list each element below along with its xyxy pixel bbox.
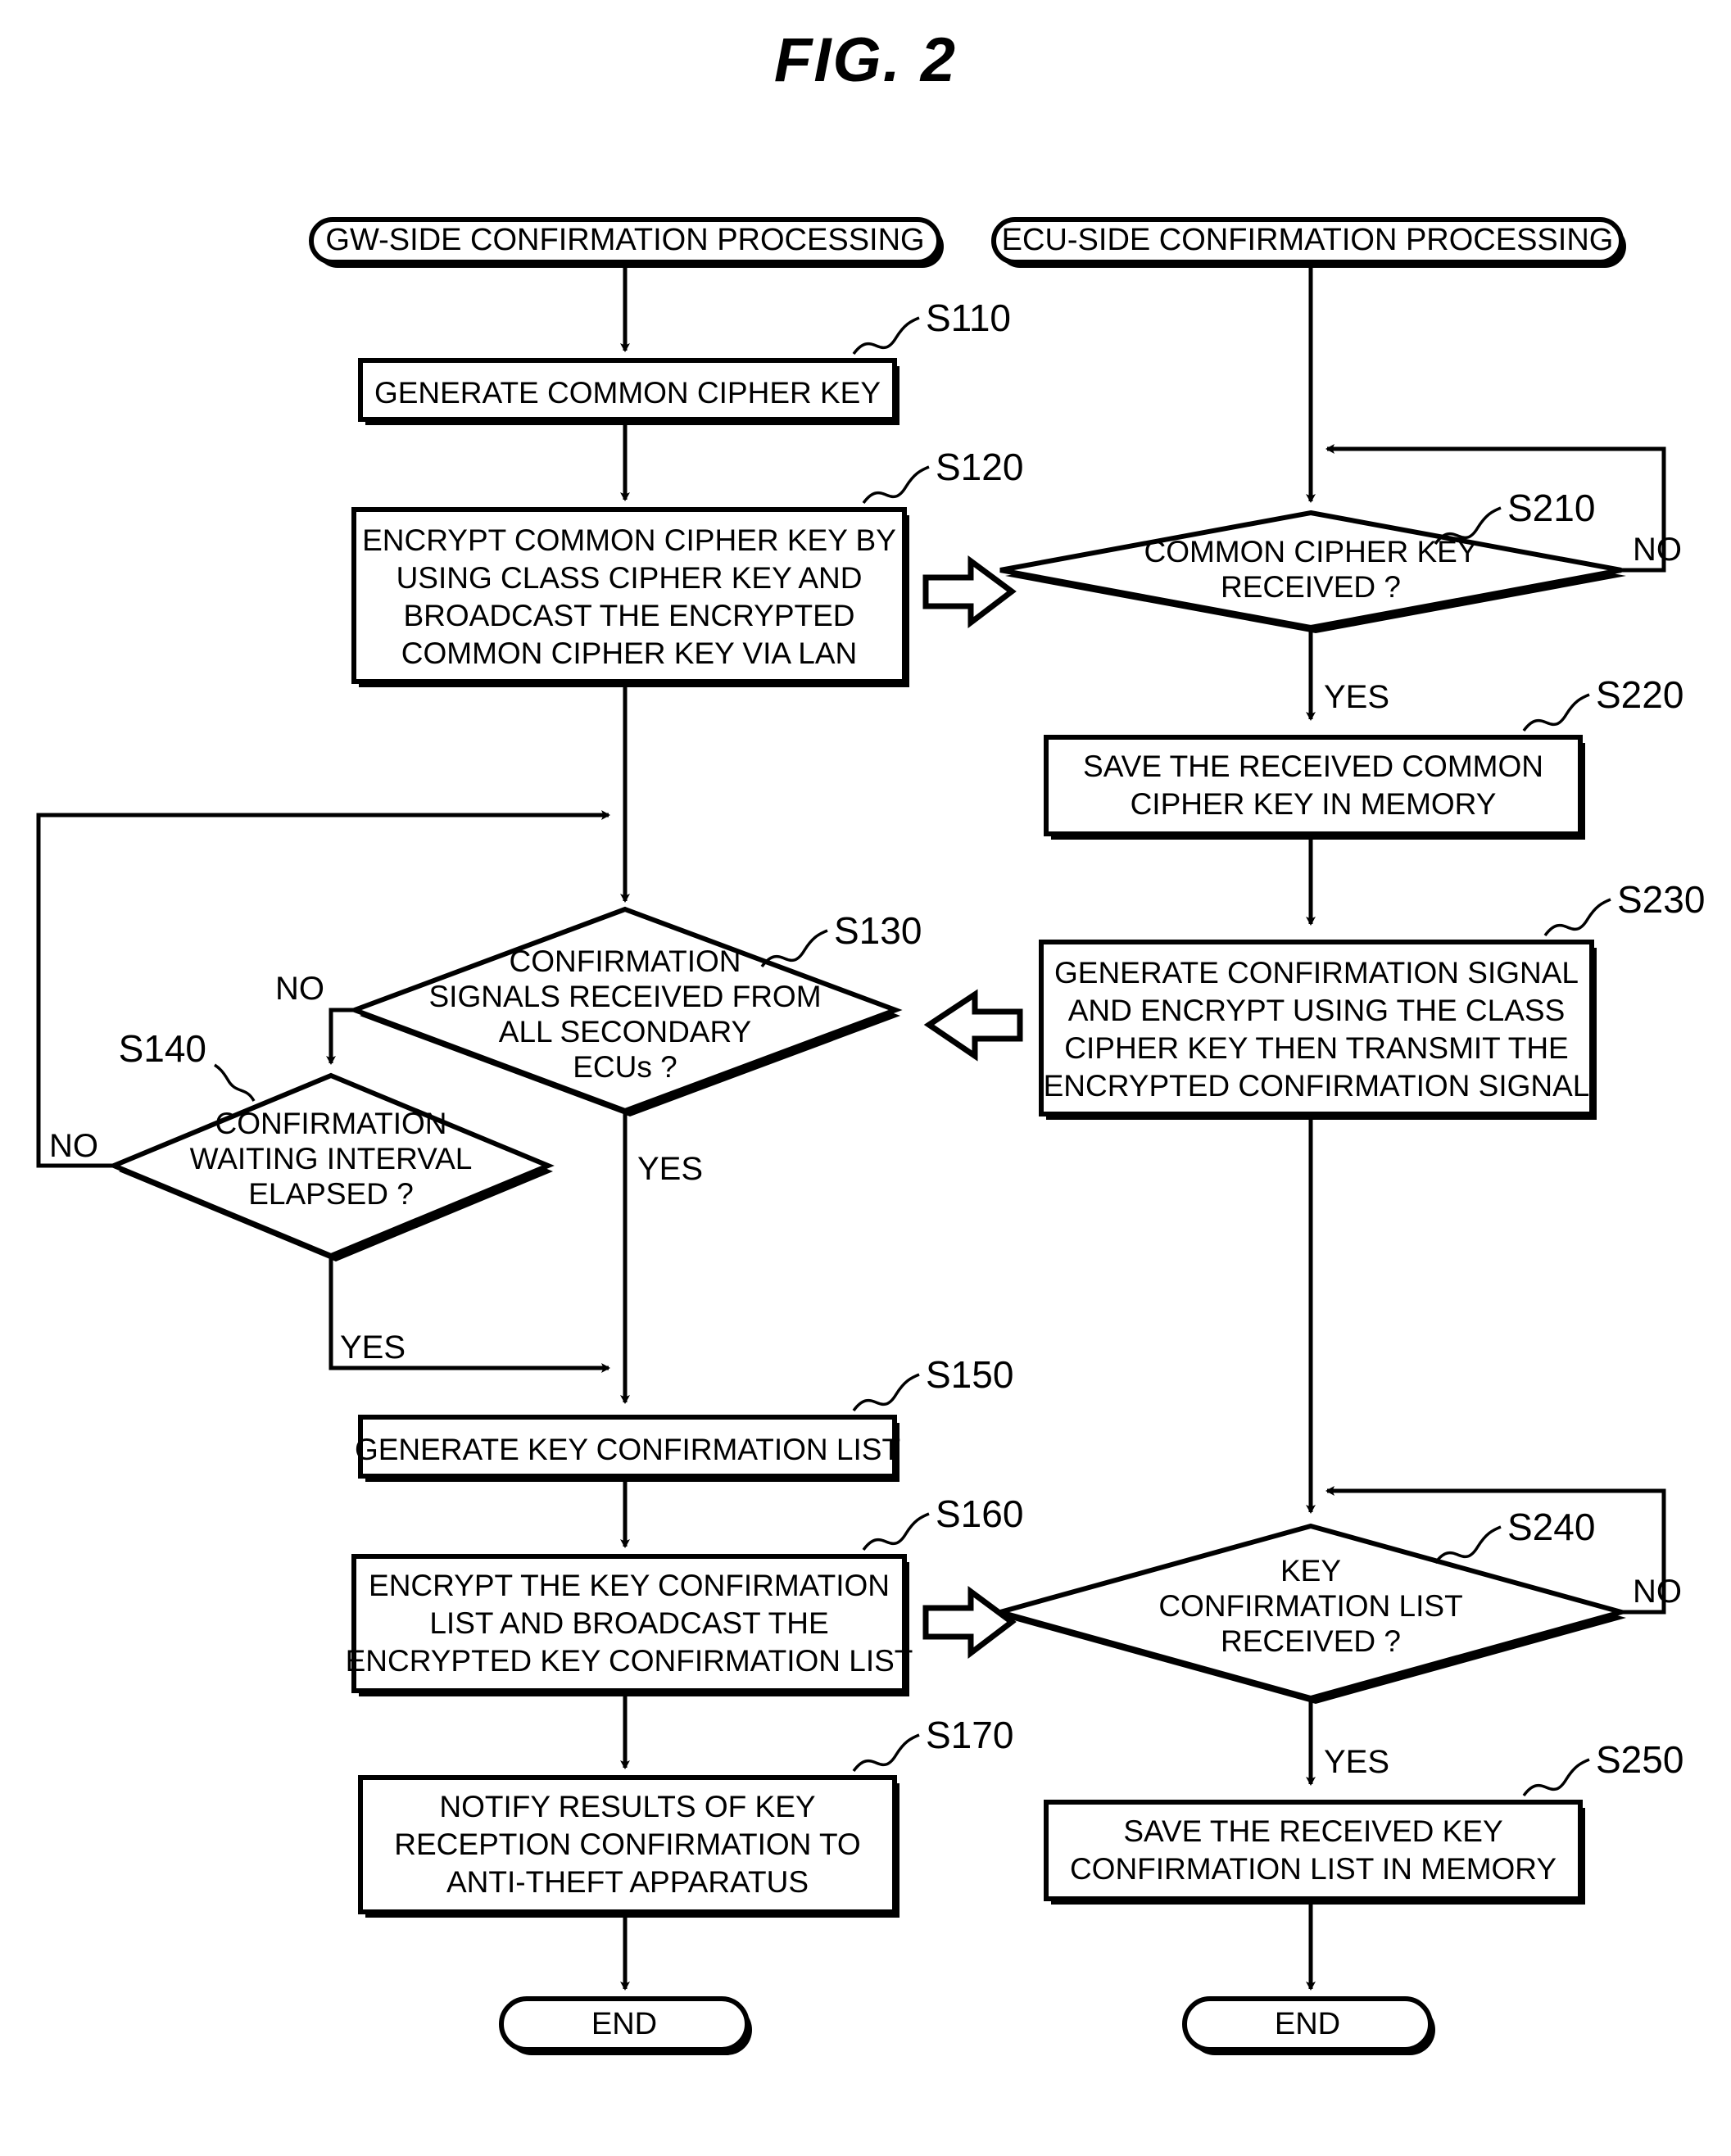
step-label-s230: S230: [1617, 878, 1705, 921]
s110-line-0: GENERATE COMMON CIPHER KEY: [374, 376, 881, 410]
s210-yes-label: YES: [1324, 679, 1389, 715]
s240-line-1: CONFIRMATION LIST: [1158, 1589, 1462, 1623]
box-s250: SAVE THE RECEIVED KEY CONFIRMATION LIST …: [1044, 1800, 1585, 1905]
step-label-s220: S220: [1596, 673, 1683, 716]
s210-line-0: COMMON CIPHER KEY: [1144, 535, 1477, 568]
s210-line-1: RECEIVED ?: [1221, 570, 1401, 604]
box-s150: GENERATE KEY CONFIRMATION LIST: [355, 1415, 900, 1482]
leader-s240: [1434, 1525, 1502, 1565]
s220-line-0: SAVE THE RECEIVED COMMON: [1083, 750, 1543, 783]
gw-end-label: END: [591, 2007, 657, 2041]
gw-start-terminal: GW-SIDE CONFIRMATION PROCESSING: [309, 217, 944, 268]
s130-line-2: ALL SECONDARY: [499, 1015, 751, 1049]
leader-s250: [1522, 1758, 1590, 1797]
s120-line-3: COMMON CIPHER KEY VIA LAN: [401, 636, 858, 670]
s130-line-1: SIGNALS RECEIVED FROM: [428, 980, 821, 1013]
decision-s130: CONFIRMATION SIGNALS RECEIVED FROM ALL S…: [347, 906, 903, 1116]
conn-s130-no: [326, 1008, 355, 1065]
s160-line-2: ENCRYPTED KEY CONFIRMATION LIST: [346, 1644, 913, 1678]
box-s160: ENCRYPT THE KEY CONFIRMATION LIST AND BR…: [346, 1554, 913, 1696]
leader-s130: [760, 929, 828, 968]
s140-yes-label: YES: [340, 1329, 406, 1366]
s140-line-0: CONFIRMATION: [215, 1107, 447, 1140]
s140-line-2: ELAPSED ?: [248, 1177, 414, 1211]
s250-line-0: SAVE THE RECEIVED KEY: [1123, 1814, 1502, 1848]
s240-yes-label: YES: [1324, 1744, 1389, 1780]
step-label-s110: S110: [926, 297, 1011, 339]
box-s170: NOTIFY RESULTS OF KEY RECEPTION CONFIRMA…: [358, 1775, 899, 1918]
s240-line-2: RECEIVED ?: [1221, 1624, 1401, 1658]
box-s220: SAVE THE RECEIVED COMMON CIPHER KEY IN M…: [1044, 735, 1585, 840]
block-arrow-right-s120-s210: [922, 555, 1017, 629]
leader-s160: [862, 1512, 930, 1551]
step-label-s140: S140: [119, 1027, 206, 1070]
leader-s220: [1522, 693, 1590, 732]
s230-line-2: CIPHER KEY THEN TRANSMIT THE: [1064, 1031, 1568, 1065]
decision-s210: COMMON CIPHER KEY RECEIVED ?: [999, 510, 1626, 633]
box-s110: GENERATE COMMON CIPHER KEY: [358, 358, 899, 425]
box-s230: GENERATE CONFIRMATION SIGNAL AND ENCRYPT…: [1039, 940, 1597, 1120]
s120-line-0: ENCRYPT COMMON CIPHER KEY BY: [362, 523, 896, 557]
step-label-s240: S240: [1507, 1506, 1595, 1548]
decision-s240: KEY CONFIRMATION LIST RECEIVED ?: [990, 1523, 1631, 1704]
block-arrow-left-s230-s130: [923, 989, 1023, 1062]
s230-line-0: GENERATE CONFIRMATION SIGNAL: [1054, 956, 1579, 990]
s130-yes-label: YES: [637, 1151, 703, 1187]
leader-s230: [1543, 898, 1611, 937]
ecu-end-terminal: END: [1182, 1996, 1435, 2055]
s130-line-3: ECUs ?: [573, 1050, 677, 1084]
s170-line-0: NOTIFY RESULTS OF KEY: [439, 1790, 815, 1823]
s150-line-0: GENERATE KEY CONFIRMATION LIST: [355, 1433, 900, 1466]
block-arrow-right-s160-s240: [922, 1586, 1017, 1660]
step-label-s250: S250: [1596, 1738, 1683, 1781]
gw-start-label: GW-SIDE CONFIRMATION PROCESSING: [325, 223, 924, 257]
step-label-s150: S150: [926, 1353, 1013, 1396]
s130-line-0: CONFIRMATION: [510, 944, 741, 978]
s120-line-2: BROADCAST THE ENCRYPTED: [403, 599, 854, 632]
step-label-s170: S170: [926, 1714, 1013, 1756]
s230-line-1: AND ENCRYPT USING THE CLASS: [1068, 994, 1566, 1027]
s140-no-label: NO: [49, 1128, 98, 1164]
leader-s140: [214, 1063, 256, 1102]
step-label-s160: S160: [936, 1492, 1023, 1535]
s210-no-label: NO: [1633, 532, 1682, 568]
s220-line-1: CIPHER KEY IN MEMORY: [1131, 787, 1497, 821]
s130-no-label: NO: [275, 971, 324, 1007]
s140-line-1: WAITING INTERVAL: [190, 1142, 473, 1175]
leader-s110: [852, 316, 920, 356]
s230-line-3: ENCRYPTED CONFIRMATION SIGNAL: [1044, 1069, 1590, 1103]
ecu-start-label: ECU-SIDE CONFIRMATION PROCESSING: [1002, 223, 1614, 257]
leader-s150: [852, 1373, 920, 1412]
s160-line-1: LIST AND BROADCAST THE: [429, 1606, 828, 1640]
s250-line-1: CONFIRMATION LIST IN MEMORY: [1070, 1852, 1557, 1886]
box-s120: ENCRYPT COMMON CIPHER KEY BY USING CLASS…: [351, 507, 909, 687]
flowchart-svg: GW-SIDE CONFIRMATION PROCESSING GENERATE…: [36, 217, 1705, 2055]
leader-s170: [852, 1733, 920, 1773]
figure-canvas: FIG. 2 GW-SIDE CONFIRMATION PROCESSING G…: [0, 0, 1731, 2156]
decision-s140: CONFIRMATION WAITING INTERVAL ELAPSED ?: [107, 1072, 555, 1261]
step-label-s120: S120: [936, 446, 1023, 488]
leader-s120: [862, 465, 930, 505]
s170-line-2: ANTI-THEFT APPARATUS: [446, 1865, 809, 1899]
gw-end-terminal: END: [499, 1996, 752, 2055]
s160-line-0: ENCRYPT THE KEY CONFIRMATION: [369, 1569, 890, 1602]
s240-line-0: KEY: [1280, 1554, 1341, 1588]
s240-no-label: NO: [1633, 1574, 1682, 1610]
ecu-start-terminal: ECU-SIDE CONFIRMATION PROCESSING: [991, 217, 1626, 268]
ecu-end-label: END: [1275, 2007, 1340, 2041]
step-label-s210: S210: [1507, 487, 1595, 529]
s120-line-1: USING CLASS CIPHER KEY AND: [396, 561, 863, 595]
step-label-s130: S130: [834, 909, 922, 952]
s170-line-1: RECEPTION CONFIRMATION TO: [394, 1828, 860, 1861]
